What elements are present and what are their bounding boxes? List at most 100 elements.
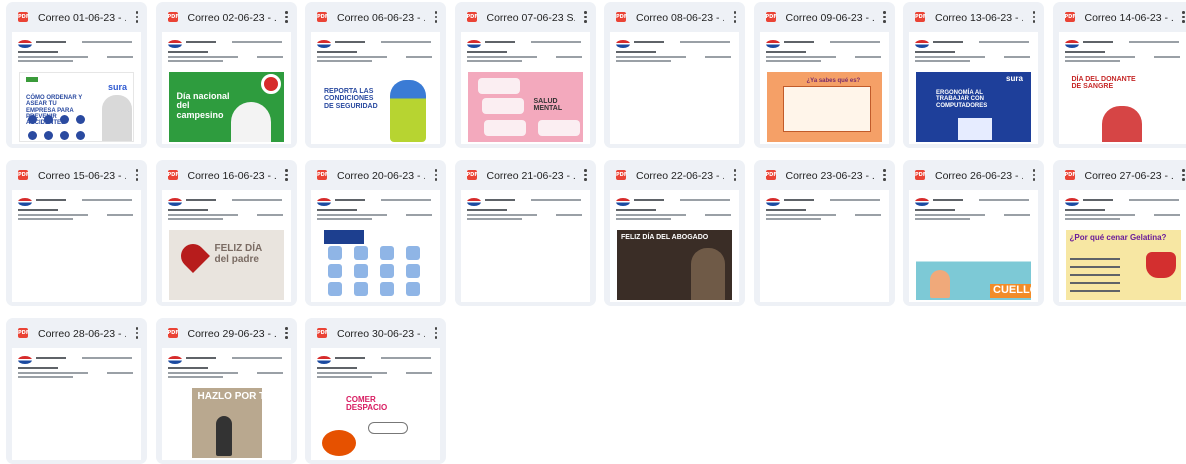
file-thumbnail[interactable]: ¿Ya sabes qué es? (759, 32, 889, 144)
file-thumbnail[interactable]: DÍA DEL DONANTE DE SANGRE (1058, 32, 1186, 144)
file-thumbnail[interactable]: CUELLO (909, 190, 1038, 302)
pdf-icon: PDF (18, 328, 30, 338)
question-box (782, 86, 871, 132)
text-line (231, 199, 282, 201)
more-vert-icon[interactable] (281, 167, 293, 183)
runner-figure (215, 416, 232, 456)
artwork: REPORTA LAS CONDICIONES DE SEGURIDAD (318, 72, 433, 142)
file-thumbnail[interactable]: ERGONOMÍA AL TRABAJAR CON COMPUTADORES su… (909, 32, 1038, 144)
artwork: sura CÓMO ORDENAR Y ASEAR TU EMPRESA PARA… (19, 72, 134, 142)
file-thumbnail[interactable]: sura CÓMO ORDENAR Y ASEAR TU EMPRESA PARA… (12, 32, 141, 144)
file-card[interactable]: PDF Correo 21-06-23 - ... (454, 160, 596, 306)
more-vert-icon[interactable] (281, 9, 293, 25)
more-vert-icon[interactable] (879, 9, 891, 25)
file-thumbnail[interactable]: FELIZ DÍA del padre (161, 190, 291, 302)
pdf-icon: PDF (466, 170, 478, 180)
text-line (18, 376, 73, 378)
more-vert-icon[interactable] (430, 9, 442, 25)
file-thumbnail[interactable] (311, 190, 440, 302)
step-icon (44, 115, 53, 124)
more-vert-icon[interactable] (131, 9, 143, 25)
file-card-header: PDF Correo 01-06-23 - ... (6, 2, 147, 32)
company-logo (915, 40, 929, 48)
text-line (783, 41, 814, 43)
text-line (406, 372, 432, 374)
more-vert-icon[interactable] (580, 9, 592, 25)
more-vert-icon[interactable] (131, 167, 143, 183)
more-vert-icon[interactable] (281, 325, 293, 341)
file-card[interactable]: PDF Correo 29-06-23 - ... HAZLO POR TI (155, 318, 297, 464)
file-thumbnail[interactable] (12, 190, 141, 302)
file-card[interactable]: PDF Correo 07-06-23 S... SALUD MENTAL (454, 2, 596, 148)
file-thumbnail[interactable]: HAZLO POR TI (161, 348, 291, 460)
more-vert-icon[interactable] (430, 167, 442, 183)
file-card[interactable]: PDF Correo 26-06-23 - ... CUELLO (903, 160, 1044, 306)
pdf-icon: PDF (915, 170, 927, 180)
file-card[interactable]: PDF Correo 23-06-23 - ... (753, 160, 895, 306)
text-line (1064, 60, 1120, 62)
text-line (1004, 214, 1030, 216)
file-card-header: PDF Correo 08-06-23 - ... (604, 2, 745, 32)
file-card[interactable]: PDF Correo 16-06-23 - ... FELIZ DÍA del pa… (155, 160, 297, 306)
file-thumbnail[interactable]: ¿Por qué cenar Gelatina? (1058, 190, 1186, 302)
text-line (705, 214, 731, 216)
pdf-icon: PDF (765, 170, 777, 180)
file-name: Correo 14-06-23 - ... (1084, 12, 1173, 24)
text-line (854, 214, 881, 216)
company-logo (167, 356, 182, 364)
farmer-illustration (230, 102, 271, 142)
gelatin-illustration (1145, 252, 1176, 278)
file-card-header: PDF Correo 27-06-23 - ... (1053, 160, 1186, 190)
file-thumbnail[interactable]: SALUD MENTAL (460, 32, 590, 144)
text-line (107, 214, 133, 216)
file-thumbnail[interactable]: COMER DESPACIO (311, 348, 440, 460)
text-line (167, 367, 208, 369)
artwork: COMER DESPACIO (318, 388, 433, 458)
desk-illustration (958, 118, 992, 140)
file-card[interactable]: PDF Correo 20-06-23 - ... (305, 160, 446, 306)
file-thumbnail[interactable]: Día nacional del campesino (161, 32, 291, 144)
file-card[interactable]: PDF Correo 06-06-23 - ... REPORTA LAS COND… (305, 2, 446, 148)
artwork-text: FELIZ DÍA DEL ABOGADO (621, 234, 709, 241)
more-vert-icon[interactable] (729, 9, 741, 25)
artwork: ERGONOMÍA AL TRABAJAR CON COMPUTADORES su… (916, 72, 1031, 142)
file-thumbnail[interactable] (610, 32, 739, 144)
file-card[interactable]: PDF Correo 27-06-23 - ... ¿Por qué cenar G… (1052, 160, 1186, 306)
file-card[interactable]: PDF Correo 28-06-23 - ... (6, 318, 147, 464)
text-line (765, 60, 821, 62)
artwork: Día nacional del campesino (168, 72, 284, 142)
more-vert-icon[interactable] (580, 167, 592, 183)
company-logo (317, 356, 331, 364)
file-card[interactable]: PDF Correo 30-06-23 - ... COMER DESPACIO (305, 318, 446, 464)
text-line (18, 51, 58, 53)
more-vert-icon[interactable] (729, 167, 741, 183)
file-card-header: PDF Correo 16-06-23 - ... (156, 160, 297, 190)
more-vert-icon[interactable] (1178, 9, 1186, 25)
file-thumbnail[interactable]: REPORTA LAS CONDICIONES DE SEGURIDAD (311, 32, 440, 144)
file-card[interactable]: PDF Correo 02-06-23 - ... Día nacional del… (155, 2, 297, 148)
more-vert-icon[interactable] (1028, 167, 1040, 183)
file-card[interactable]: PDF Correo 08-06-23 - ... (604, 2, 745, 148)
file-thumbnail[interactable]: FELIZ DÍA DEL ABOGADO (610, 190, 739, 302)
file-thumbnail[interactable] (12, 348, 141, 460)
file-card[interactable]: PDF Correo 22-06-23 - ... FELIZ DÍA DEL AB… (604, 160, 745, 306)
more-vert-icon[interactable] (879, 167, 891, 183)
more-vert-icon[interactable] (1178, 167, 1186, 183)
step-icon (76, 115, 85, 124)
file-card[interactable]: PDF Correo 01-06-23 - ... sura CÓMO ORDENAR… (6, 2, 147, 148)
brand-logo: sura (108, 82, 128, 92)
more-vert-icon[interactable] (131, 325, 143, 341)
artwork-text: ¿Por qué cenar Gelatina? (1069, 233, 1167, 242)
file-thumbnail[interactable] (759, 190, 889, 302)
file-card[interactable]: PDF Correo 14-06-23 - ... DÍA DEL DONANTE … (1052, 2, 1186, 148)
file-card[interactable]: PDF Correo 13-06-23 - ... ERGONOMÍA AL TRA… (903, 2, 1044, 148)
artwork: HAZLO POR TI (191, 388, 262, 458)
artwork-text: Día nacional del campesino (176, 91, 230, 120)
file-card[interactable]: PDF Correo 09-06-23 - ... ¿Ya sabes qué es… (753, 2, 895, 148)
file-thumbnail[interactable] (460, 190, 590, 302)
more-vert-icon[interactable] (430, 325, 442, 341)
more-vert-icon[interactable] (1028, 9, 1040, 25)
text-line (317, 51, 357, 53)
artwork-text: ERGONOMÍA AL TRABAJAR CON COMPUTADORES (936, 90, 988, 109)
file-card[interactable]: PDF Correo 15-06-23 - ... (6, 160, 147, 306)
